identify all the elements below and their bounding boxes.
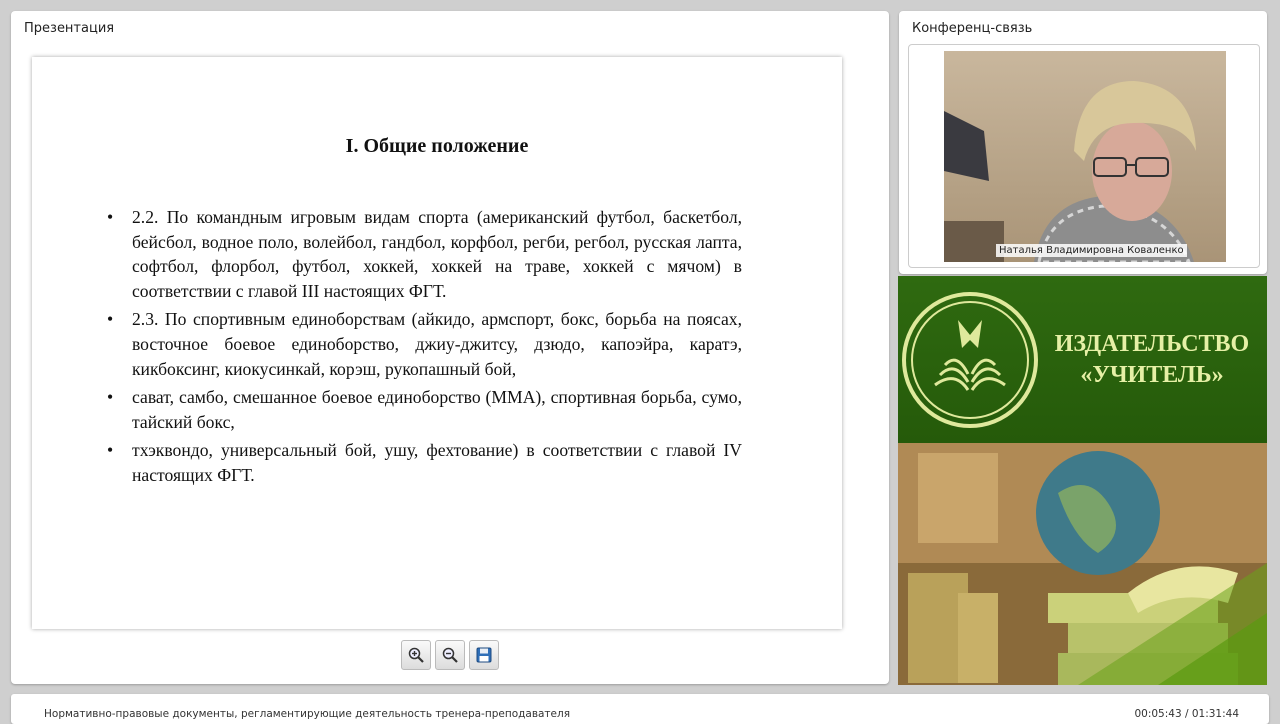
publisher-name-line2: «УЧИТЕЛЬ» [1080,362,1224,388]
presentation-panel: Презентация I. Общие положение 2.2. По к… [11,11,889,684]
zoom-out-button[interactable] [435,640,465,670]
conference-panel-title: Конференц-связь [912,21,1033,36]
video-feed-illustration [944,51,1226,262]
publisher-name-line1: ИЗДАТЕЛЬСТВО [1054,331,1250,357]
slide-bullet: тхэквондо, универсальный бой, ушу, фехто… [107,438,742,487]
conference-panel: Конференц-связь Наталья Владимировна Ков… [899,11,1267,274]
slide-bullet: сават, самбо, смешанное боевое единоборс… [107,385,742,434]
slide-heading: I. Общие положение [345,135,529,157]
publisher-banner: ИЗДАТЕЛЬСТВО «УЧИТЕЛЬ» [898,276,1267,685]
zoom-out-icon [442,647,458,663]
save-button[interactable] [469,640,499,670]
presentation-panel-title: Презентация [24,21,115,36]
video-frame: Наталья Владимировна Коваленко [908,44,1260,268]
playback-time: 00:05:43 / 01:31:44 [1134,708,1239,720]
zoom-in-icon [408,647,424,663]
course-title: Нормативно-правовые документы, регламент… [44,708,571,720]
participant-name-label: Наталья Владимировна Коваленко [996,244,1187,257]
publisher-logo-icon [902,292,1038,428]
banner-logo-area: ИЗДАТЕЛЬСТВО «УЧИТЕЛЬ» [898,276,1267,444]
zoom-in-button[interactable] [401,640,431,670]
books-and-globe-illustration [898,443,1267,685]
floppy-disk-icon [476,647,492,663]
slide-bullet: 2.3. По спортивным единоборствам (айкидо… [107,307,742,381]
slide-toolbar [401,640,499,670]
slide-bullet: 2.2. По командным игровым видам спорта (… [107,205,742,303]
participant-video[interactable]: Наталья Владимировна Коваленко [944,51,1226,262]
slide: I. Общие положение 2.2. По командным игр… [32,57,842,629]
slide-bullet-list: 2.2. По командным игровым видам спорта (… [107,205,742,492]
